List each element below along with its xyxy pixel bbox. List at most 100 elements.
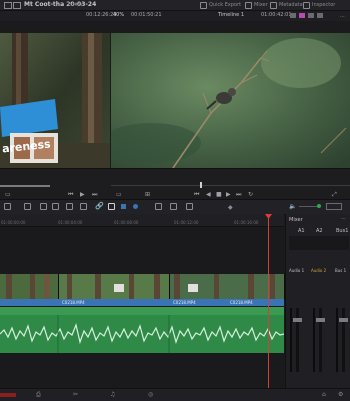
strip-label: Bus 1: [335, 268, 347, 273]
video-clip[interactable]: [59, 274, 170, 300]
blade-tool-icon[interactable]: [66, 203, 73, 210]
color-swatch-icon[interactable]: [299, 13, 305, 18]
inspector-button[interactable]: Inspector: [303, 1, 335, 9]
timeline-viewer[interactable]: [111, 33, 350, 168]
source-mode-icon[interactable]: ▭: [5, 191, 11, 198]
source-prev-icon[interactable]: ⏮: [68, 191, 73, 199]
loop-icon[interactable]: ↻: [248, 191, 253, 198]
edit-page-icon[interactable]: ♫: [110, 391, 115, 398]
page-navigation-bar: ⎙ ✂ ♫ ◎ ⌂ ⚙: [0, 388, 350, 401]
inspector-label: Inspector: [312, 2, 336, 8]
transport-bar: ▭ ⏮ ▶ ⏭ ▭ ⊞ ⏮ ◀ ■ ▶ ⏭ ↻ ⤢: [0, 168, 350, 199]
metadata-label: Metadata: [279, 2, 303, 8]
timeline-scrubber[interactable]: [111, 185, 350, 186]
mixer-label: Mixer: [254, 2, 268, 8]
fader-knob[interactable]: [316, 318, 325, 322]
dynamic-trim-icon[interactable]: [52, 203, 59, 210]
zoom-out-icon[interactable]: [155, 203, 162, 210]
trim-tool-icon[interactable]: [40, 203, 47, 210]
home-icon[interactable]: ⌂: [322, 391, 326, 398]
clip-thumbnail: [59, 274, 169, 300]
mixer-options-icon[interactable]: ⋯: [341, 216, 346, 222]
timeline-name-dropdown[interactable]: Timeline 1: [218, 12, 244, 18]
mixer-icon: [245, 1, 252, 9]
fusion-page-icon[interactable]: ◎: [148, 391, 153, 398]
mixer-panel: Mixer ⋯ A1 A2 Bus1 Audio 1 Audio 2 Bus 1: [285, 214, 350, 388]
level-meter: [313, 308, 315, 372]
zoom-in-icon[interactable]: [186, 203, 193, 210]
meter-toggle-icon[interactable]: [326, 203, 342, 210]
ruler-tick: 01:00:08:00: [114, 220, 139, 225]
timeline-frame-image: [111, 33, 350, 168]
settings-icon[interactable]: ⚙: [338, 391, 343, 398]
audio-clip[interactable]: [0, 315, 285, 353]
channel-label: A1: [298, 228, 305, 234]
duration-timecode: 00:01:50:21: [131, 12, 162, 18]
volume-slider[interactable]: [299, 206, 317, 207]
zoom-level[interactable]: 40%: [113, 12, 124, 18]
media-pool-icon[interactable]: [4, 2, 12, 9]
reverse-play-icon[interactable]: ◀: [206, 191, 211, 198]
quick-export-button[interactable]: Quick Export: [200, 1, 241, 9]
source-viewer[interactable]: areness: [0, 33, 110, 168]
source-timecode: 00:12:26:23: [86, 12, 117, 18]
channel-label: A2: [316, 228, 323, 234]
ruler-tick: 01:00:04:00: [58, 220, 83, 225]
strip-label: Audio 1: [289, 268, 305, 273]
timeline-timecode: 01:00:42:01: [261, 12, 292, 18]
fader-knob[interactable]: [339, 318, 348, 322]
inspector-icon: [303, 1, 310, 9]
layout-icon[interactable]: [308, 13, 314, 18]
fader-knob[interactable]: [293, 318, 302, 322]
playhead[interactable]: [268, 216, 269, 388]
davinci-logo: [0, 393, 16, 397]
first-frame-icon[interactable]: ⏮: [194, 191, 199, 199]
channel-input-row[interactable]: [289, 236, 349, 250]
last-frame-icon[interactable]: ⏭: [236, 191, 241, 199]
level-meter: [290, 308, 292, 372]
quick-export-label: Quick Export: [209, 2, 242, 8]
ruler-tick: 01:00:16:00: [234, 220, 259, 225]
stop-icon[interactable]: ■: [216, 191, 222, 198]
audio-clip-header[interactable]: [0, 307, 284, 315]
overlay-icon[interactable]: [317, 13, 323, 18]
link-icon[interactable]: 🔗: [95, 202, 104, 210]
source-scrubber[interactable]: [0, 185, 50, 187]
effects-icon[interactable]: [13, 2, 21, 9]
mixer-title: Mixer: [289, 217, 303, 223]
clip-thumbnail: [0, 274, 58, 300]
flag-blue-icon[interactable]: [121, 204, 126, 209]
timeline-mode-icon[interactable]: ▭: [116, 191, 122, 198]
zoom-fit-icon[interactable]: [170, 203, 177, 210]
more-options-icon[interactable]: ⋯: [340, 14, 345, 20]
channel-label: Bus1: [336, 228, 349, 234]
project-title: Mt Coot-tha 20-03-24: [24, 1, 97, 8]
video-clip[interactable]: [0, 274, 59, 300]
mixer-button[interactable]: Mixer: [245, 1, 268, 9]
fullscreen-icon[interactable]: ⤢: [332, 191, 337, 199]
ruler-tick: 01:00:00:00: [1, 220, 26, 225]
cut-page-icon[interactable]: ✂: [73, 391, 78, 398]
selection-tool-icon[interactable]: [24, 203, 31, 210]
scrubber-handle[interactable]: [200, 182, 202, 188]
source-next-icon[interactable]: ⏭: [92, 191, 97, 199]
metadata-icon: [270, 1, 277, 9]
clip-thumbnail: [170, 274, 284, 300]
snap-icon[interactable]: [108, 203, 115, 210]
volume-knob[interactable]: [317, 204, 321, 208]
clip-name: C0218.MP4: [173, 300, 196, 305]
metadata-button[interactable]: Metadata: [270, 1, 303, 9]
insert-icon[interactable]: [80, 203, 87, 210]
fit-icon[interactable]: ⊞: [145, 191, 150, 198]
source-play-icon[interactable]: ▶: [80, 191, 85, 198]
clip-name: C0218.MP4: [230, 300, 253, 305]
media-page-icon[interactable]: ⎙: [36, 391, 41, 399]
play-icon[interactable]: ▶: [226, 191, 231, 198]
volume-icon[interactable]: 🔈: [289, 203, 296, 210]
export-icon: [200, 1, 207, 9]
edited-label: Edited: [68, 2, 84, 8]
marker-icon[interactable]: [133, 204, 138, 209]
layout-toggle-icon[interactable]: [4, 203, 11, 210]
view-options-icon[interactable]: [290, 13, 296, 18]
timeline-options-icon[interactable]: ◆: [228, 204, 233, 211]
